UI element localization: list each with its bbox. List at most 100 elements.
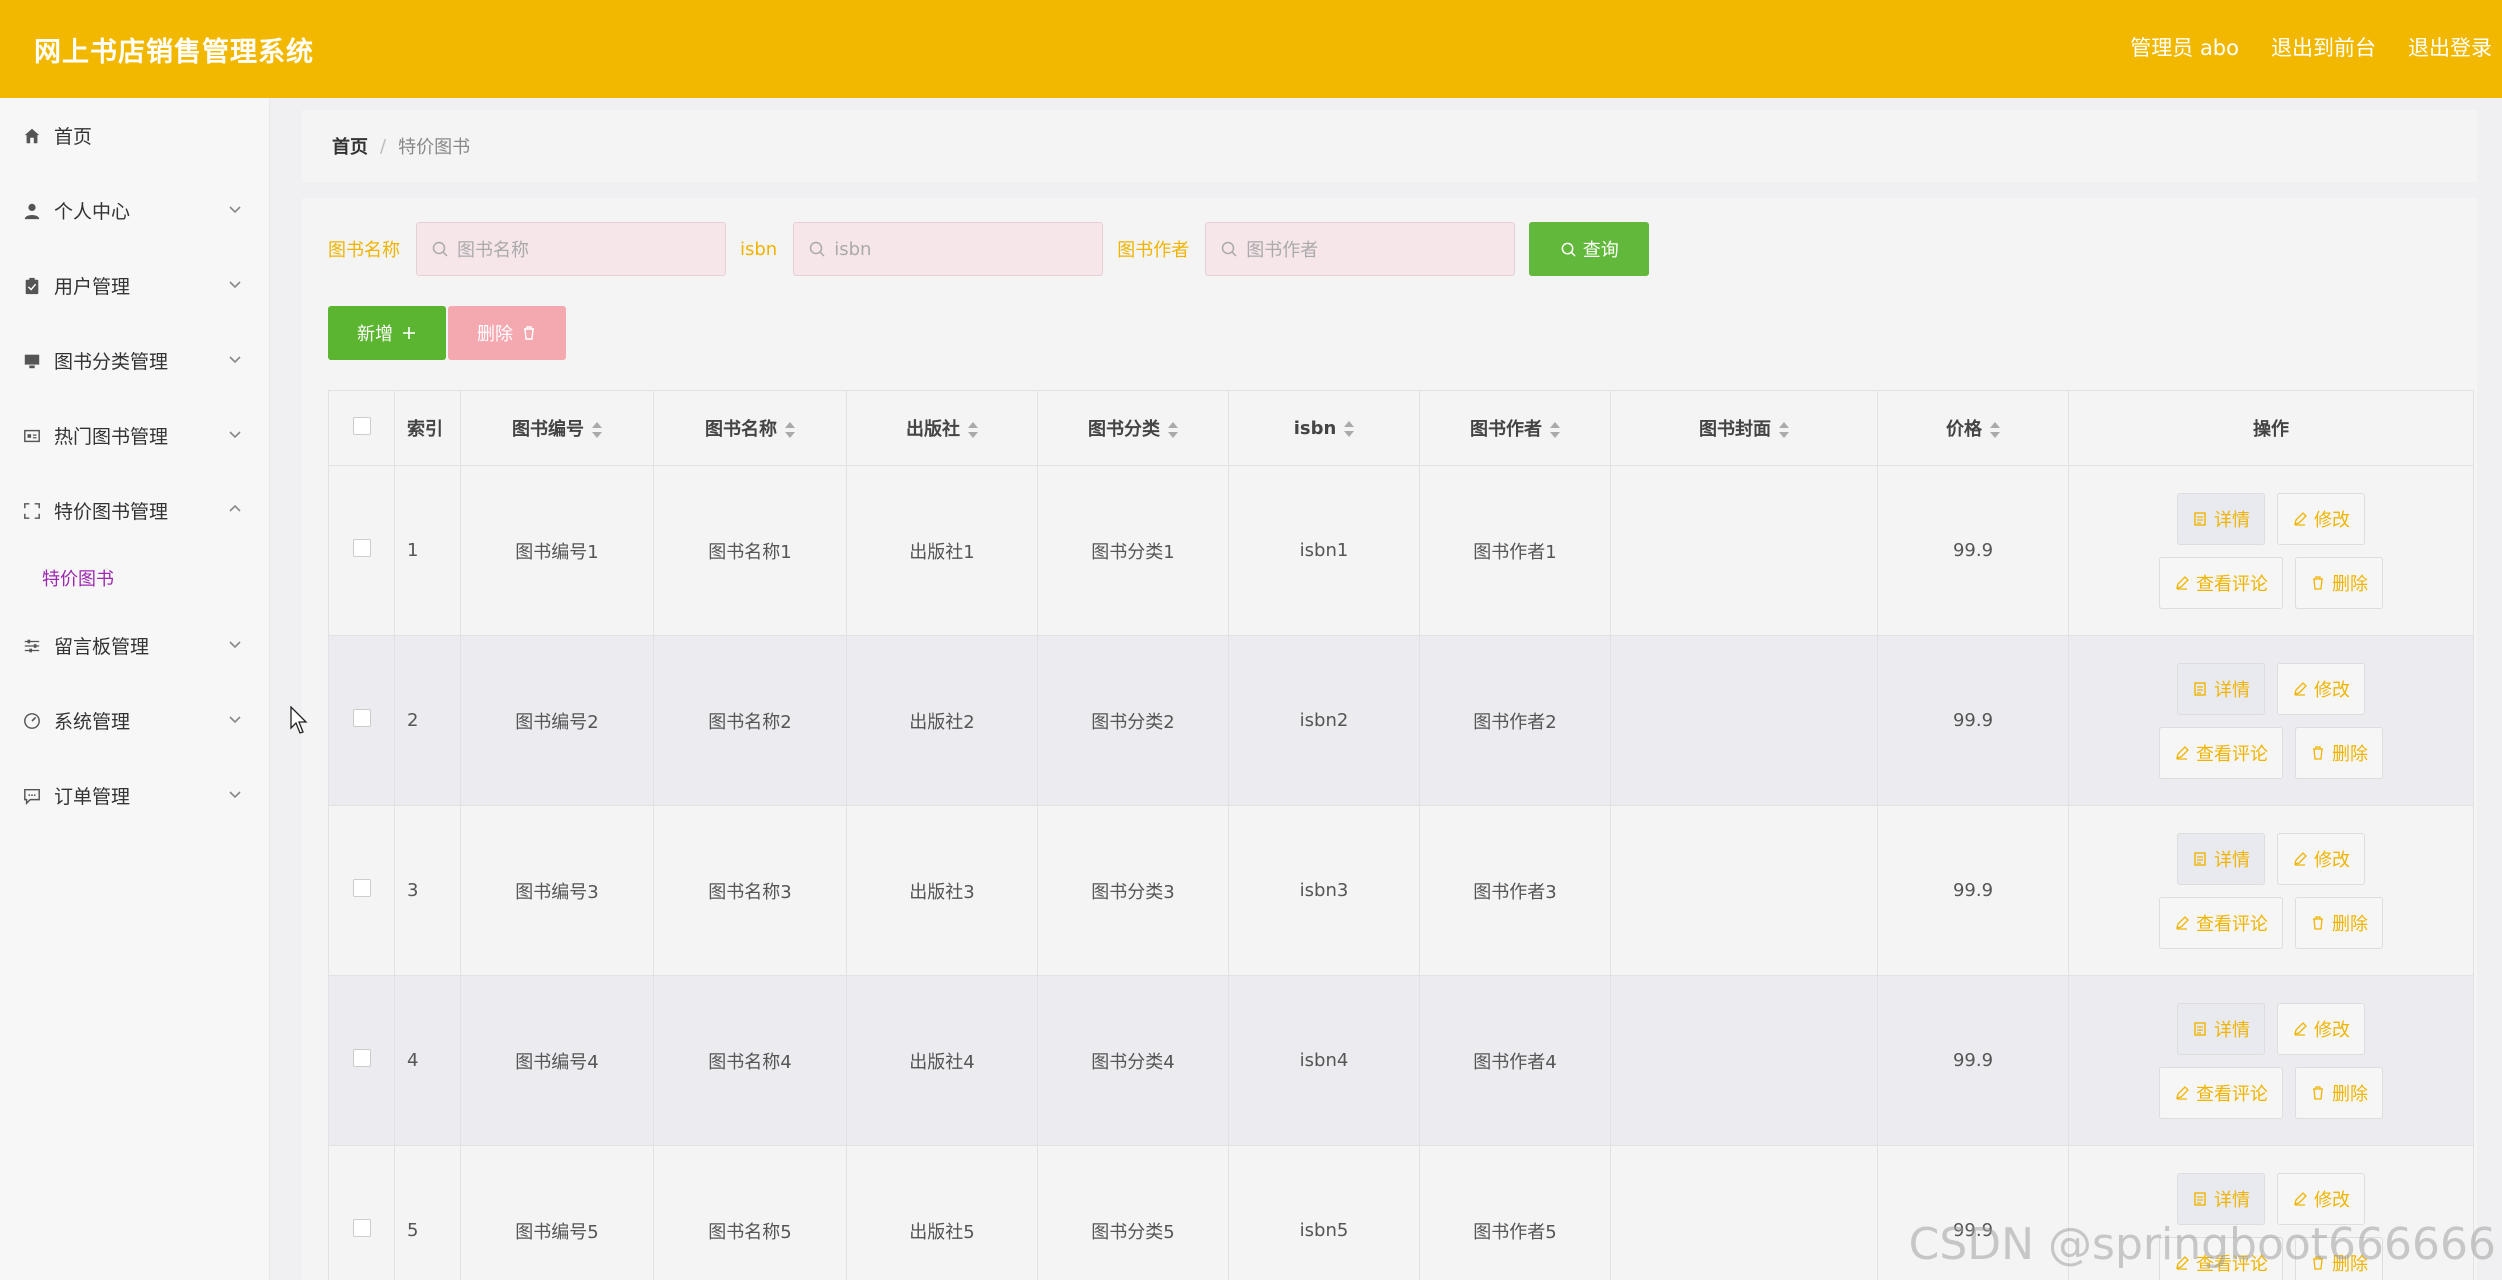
cell-name: 图书名称1 xyxy=(653,465,847,636)
col-header-label: 价格 xyxy=(1946,419,1982,440)
cell-author: 图书作者4 xyxy=(1419,975,1611,1146)
query-button[interactable]: 查询 xyxy=(1529,222,1650,276)
cell-category: 图书分类1 xyxy=(1037,465,1229,636)
cell-index: 5 xyxy=(394,1145,461,1280)
edit-button[interactable]: 修改 xyxy=(2277,492,2365,545)
author-input[interactable]: 图书作者 xyxy=(1205,222,1516,276)
detail-button[interactable]: 详情 xyxy=(2177,662,2265,715)
sidebar-subitem-special-books[interactable]: 特价图书 xyxy=(0,548,269,608)
ops-row: 查看评论 删除 xyxy=(2159,726,2383,779)
col-header-isbn[interactable]: isbn xyxy=(1228,390,1420,466)
table-row: 2 图书编号2 图书名称2 出版社2 图书分类2 isbn2 图书作者2 99.9 详情 修改 查看… xyxy=(328,635,2474,806)
edit-button[interactable]: 修改 xyxy=(2277,1002,2365,1055)
app-title: 网上书店销售管理系统 xyxy=(34,37,314,68)
ops-row: 查看评论 删除 xyxy=(2159,896,2383,949)
col-header-name[interactable]: 图书名称 xyxy=(653,390,847,466)
sidebar-item-special-books[interactable]: 特价图书管理 xyxy=(0,473,269,548)
edit-button[interactable]: 修改 xyxy=(2277,662,2365,715)
col-header-label: 图书封面 xyxy=(1699,419,1771,440)
sidebar-item-message-board[interactable]: 留言板管理 xyxy=(0,608,269,683)
book-name-input[interactable]: 图书名称 xyxy=(416,222,726,276)
admin-user-link[interactable]: 管理员 abo xyxy=(2130,32,2239,62)
col-header-ops: 操作 xyxy=(2068,390,2474,466)
table-row: 3 图书编号3 图书名称3 出版社3 图书分类3 isbn3 图书作者3 99.9 详情 修改 查看… xyxy=(328,805,2474,976)
row-delete-button[interactable]: 删除 xyxy=(2295,896,2383,949)
author-label: 图书作者 xyxy=(1117,240,1190,261)
comments-label: 查看评论 xyxy=(2196,743,2268,765)
cell-name: 图书名称4 xyxy=(653,975,847,1146)
row-checkbox[interactable] xyxy=(352,879,371,897)
row-actions: 详情 修改查看评论 删除 xyxy=(2069,492,2473,609)
trash-icon xyxy=(524,326,534,340)
row-select-cell xyxy=(328,465,395,636)
col-header-category[interactable]: 图书分类 xyxy=(1037,390,1229,466)
col-header-code[interactable]: 图书编号 xyxy=(460,390,654,466)
select-all-checkbox[interactable] xyxy=(352,416,371,435)
cell-cover xyxy=(1610,635,1878,806)
sort-icon xyxy=(1344,420,1355,437)
chevron-down-icon xyxy=(229,431,241,439)
row-delete-button[interactable]: 删除 xyxy=(2295,726,2383,779)
batch-delete-button[interactable]: 删除 xyxy=(448,306,566,360)
table-body: 1 图书编号1 图书名称1 出版社1 图书分类1 isbn1 图书作者1 99.9 详情 修改 查看… xyxy=(328,465,2474,1280)
sidebar-item-system-management[interactable]: 系统管理 xyxy=(0,683,269,758)
view-comments-button[interactable]: 查看评论 xyxy=(2159,726,2283,779)
sidebar-item-order-management[interactable]: 订单管理 xyxy=(0,758,269,833)
col-header-label: isbn xyxy=(1293,417,1337,439)
cell-author: 图书作者1 xyxy=(1419,465,1611,636)
edit-button[interactable]: 修改 xyxy=(2277,1172,2365,1225)
sidebar-item-label: 首页 xyxy=(54,126,93,148)
row-select-cell xyxy=(328,1145,395,1280)
chevron-down-icon xyxy=(229,791,241,799)
cell-ops: 详情 修改查看评论 删除 xyxy=(2068,975,2474,1146)
isbn-input[interactable]: isbn xyxy=(793,222,1104,276)
sidebar-item-home[interactable]: 首页 xyxy=(0,98,269,173)
sort-icon xyxy=(1990,422,2000,438)
mouse-cursor-icon xyxy=(290,706,308,734)
cell-isbn: isbn2 xyxy=(1228,635,1420,806)
add-button[interactable]: 新增 xyxy=(328,306,446,360)
row-delete-button[interactable]: 删除 xyxy=(2295,1066,2383,1119)
detail-button[interactable]: 详情 xyxy=(2177,1002,2265,1055)
edit-label: 修改 xyxy=(2314,679,2350,701)
row-checkbox[interactable] xyxy=(352,1219,371,1237)
delete-label: 删除 xyxy=(2332,743,2368,765)
col-header-price[interactable]: 价格 xyxy=(1877,390,2069,466)
sidebar-item-label: 订单管理 xyxy=(54,786,131,808)
ops-row: 详情 修改 xyxy=(2177,662,2365,715)
cell-author: 图书作者5 xyxy=(1419,1145,1611,1280)
exit-to-front-link[interactable]: 退出到前台 xyxy=(2271,32,2376,62)
row-checkbox[interactable] xyxy=(352,1049,371,1067)
col-header-publisher[interactable]: 出版社 xyxy=(846,390,1038,466)
cell-author: 图书作者3 xyxy=(1419,805,1611,976)
logout-link[interactable]: 退出登录 xyxy=(2408,32,2492,62)
breadcrumb-home[interactable]: 首页 xyxy=(332,133,368,159)
row-checkbox[interactable] xyxy=(352,709,371,727)
book-name-placeholder: 图书名称 xyxy=(457,240,529,261)
cell-cover xyxy=(1610,1145,1878,1280)
view-comments-button[interactable]: 查看评论 xyxy=(2159,896,2283,949)
view-comments-button[interactable]: 查看评论 xyxy=(2159,556,2283,609)
col-header-author[interactable]: 图书作者 xyxy=(1419,390,1611,466)
sidebar-item-label: 留言板管理 xyxy=(54,636,150,658)
cell-ops: 详情 修改查看评论 删除 xyxy=(2068,805,2474,976)
chevron-down-icon xyxy=(229,641,241,649)
table-row: 4 图书编号4 图书名称4 出版社4 图书分类4 isbn4 图书作者4 99.9 详情 修改 查看… xyxy=(328,975,2474,1146)
sidebar-item-category-management[interactable]: 图书分类管理 xyxy=(0,323,269,398)
gauge-icon xyxy=(22,711,42,731)
sidebar-item-personal-center[interactable]: 个人中心 xyxy=(0,173,269,248)
col-header-cover[interactable]: 图书封面 xyxy=(1610,390,1878,466)
view-comments-button[interactable]: 查看评论 xyxy=(2159,1066,2283,1119)
row-delete-button[interactable]: 删除 xyxy=(2295,556,2383,609)
detail-button[interactable]: 详情 xyxy=(2177,832,2265,885)
detail-button[interactable]: 详情 xyxy=(2177,492,2265,545)
cell-publisher: 出版社4 xyxy=(846,975,1038,1146)
detail-button[interactable]: 详情 xyxy=(2177,1172,2265,1225)
row-checkbox[interactable] xyxy=(352,539,371,557)
sidebar-item-hot-books[interactable]: 热门图书管理 xyxy=(0,398,269,473)
sidebar-item-user-management[interactable]: 用户管理 xyxy=(0,248,269,323)
row-actions: 详情 修改查看评论 删除 xyxy=(2069,1002,2473,1119)
book-name-label: 图书名称 xyxy=(328,240,400,261)
edit-button[interactable]: 修改 xyxy=(2277,832,2365,885)
ops-row: 详情 修改 xyxy=(2177,1002,2365,1055)
